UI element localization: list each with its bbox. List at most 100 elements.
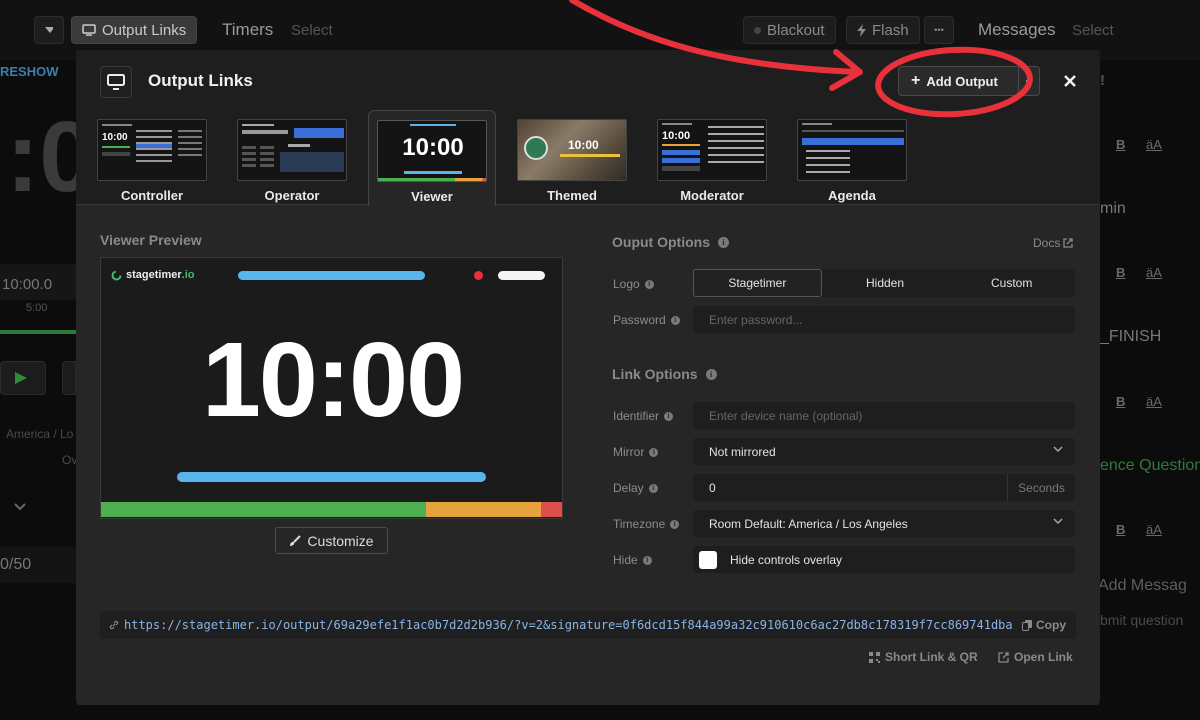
docs-link[interactable]: Docs bbox=[1033, 236, 1073, 250]
tab-viewer[interactable]: 10:00 Viewer bbox=[368, 110, 496, 206]
tab-label: Agenda bbox=[828, 188, 876, 203]
tab-controller[interactable]: 10:00 Controller bbox=[88, 110, 216, 206]
tab-themed[interactable]: 10:00 Themed bbox=[508, 110, 636, 206]
timezone-label: Timezone i bbox=[613, 517, 680, 531]
tab-label: Operator bbox=[264, 188, 320, 203]
bg-timezone: America / Lo bbox=[6, 427, 74, 441]
open-link-button[interactable]: Open Link bbox=[998, 650, 1073, 664]
timers-select-link[interactable]: Select bbox=[291, 22, 333, 39]
bg-progress bbox=[0, 330, 76, 334]
info-icon[interactable]: i bbox=[648, 483, 658, 493]
add-output-button[interactable]: + Add Output bbox=[898, 66, 1040, 96]
caret-icon bbox=[1026, 80, 1032, 82]
close-button[interactable] bbox=[1059, 70, 1081, 92]
bold-button[interactable]: B bbox=[1116, 265, 1125, 280]
info-icon[interactable]: i bbox=[649, 447, 659, 457]
controller-thumbnail: 10:00 bbox=[97, 119, 207, 181]
tab-agenda[interactable]: Agenda bbox=[788, 110, 916, 206]
stagetimer-logo-icon bbox=[111, 270, 122, 280]
hide-label: Hide i bbox=[613, 553, 652, 567]
timezone-label-text: Timezone bbox=[613, 517, 666, 531]
output-url-field[interactable]: https://stagetimer.io/output/69a29efe1f1… bbox=[100, 611, 1076, 639]
logo-text: stagetimer bbox=[126, 269, 182, 281]
info-icon[interactable]: i bbox=[670, 519, 680, 529]
logo-option-hidden[interactable]: Hidden bbox=[822, 269, 949, 297]
bold-button[interactable]: B bbox=[1116, 522, 1125, 537]
bg-small-tick: 5:00 bbox=[26, 302, 48, 314]
password-label: Password i bbox=[613, 313, 680, 327]
more-options-button[interactable]: ••• bbox=[924, 16, 954, 44]
info-icon[interactable]: i bbox=[670, 315, 680, 325]
output-options-heading: Ouput Options i bbox=[612, 234, 729, 250]
plus-icon: + bbox=[911, 72, 921, 89]
add-output-caret-button[interactable] bbox=[1019, 80, 1039, 82]
output-options-title: Ouput Options bbox=[612, 234, 710, 250]
tab-moderator[interactable]: 10:00 Moderator bbox=[648, 110, 776, 206]
tab-label: Moderator bbox=[680, 188, 744, 203]
info-icon[interactable]: i bbox=[644, 279, 654, 289]
themed-thumbnail: 10:00 bbox=[517, 119, 627, 181]
blackout-button[interactable]: Blackout bbox=[743, 16, 836, 44]
delay-input[interactable]: 0 bbox=[693, 474, 1008, 501]
info-icon[interactable]: i bbox=[642, 555, 652, 565]
logo-suffix: .io bbox=[181, 269, 195, 281]
case-button[interactable]: äA bbox=[1146, 137, 1162, 152]
bold-button[interactable]: B bbox=[1116, 137, 1125, 152]
close-icon bbox=[1064, 75, 1076, 87]
messages-select-link[interactable]: Select bbox=[1072, 22, 1114, 39]
mirror-select[interactable]: Not mirrored bbox=[693, 438, 1075, 465]
modal-title: Output Links bbox=[148, 71, 253, 90]
open-link-label: Open Link bbox=[1014, 650, 1073, 664]
case-button[interactable]: äA bbox=[1146, 265, 1162, 280]
hide-controls-checkbox[interactable] bbox=[699, 550, 717, 569]
tab-label: Themed bbox=[547, 188, 597, 203]
external-link-icon bbox=[998, 651, 1009, 663]
viewer-thumbnail: 10:00 bbox=[377, 120, 487, 182]
password-input[interactable]: Enter password... bbox=[693, 306, 1075, 333]
timezone-select[interactable]: Room Default: America / Los Angeles bbox=[693, 510, 1075, 537]
output-links-button[interactable]: Output Links bbox=[71, 16, 198, 44]
recording-dot bbox=[474, 271, 483, 280]
short-link-qr-button[interactable]: Short Link & QR bbox=[869, 650, 978, 664]
external-link-icon bbox=[1063, 238, 1073, 248]
monitor-icon bbox=[100, 66, 132, 98]
thumb-timer: 10:00 bbox=[102, 132, 128, 143]
info-icon[interactable]: i bbox=[705, 368, 717, 380]
caret-down-icon bbox=[45, 27, 53, 33]
bold-button[interactable]: B bbox=[1116, 394, 1125, 409]
bg-msg-1: ! bbox=[1100, 72, 1105, 89]
clock-pill bbox=[498, 271, 545, 280]
bg-play-button[interactable] bbox=[0, 361, 46, 395]
identifier-input[interactable]: Enter device name (optional) bbox=[693, 402, 1075, 429]
hide-controls-label: Hide controls overlay bbox=[730, 552, 843, 567]
customize-button[interactable]: Customize bbox=[275, 527, 388, 554]
bg-chevron-down-icon[interactable] bbox=[14, 503, 26, 511]
tab-operator[interactable]: Operator bbox=[228, 110, 356, 206]
bg-small-time: 10:00.0 bbox=[2, 276, 53, 293]
logo-option-custom[interactable]: Custom bbox=[948, 269, 1075, 297]
delay-unit: Seconds bbox=[1018, 480, 1065, 495]
logo-option-stagetimer[interactable]: Stagetimer bbox=[693, 269, 822, 297]
modal-header: Output Links + Add Output 10:00 Controlle… bbox=[76, 50, 1100, 206]
password-label-text: Password bbox=[613, 313, 666, 327]
docs-label: Docs bbox=[1033, 236, 1061, 250]
info-icon[interactable]: i bbox=[664, 411, 674, 421]
blackout-label: Blackout bbox=[767, 21, 825, 39]
case-button[interactable]: äA bbox=[1146, 394, 1162, 409]
hide-controls-row: Hide controls overlay bbox=[693, 546, 1075, 573]
dropdown-toggle-button[interactable] bbox=[34, 16, 64, 44]
flash-button[interactable]: Flash bbox=[846, 16, 920, 44]
case-button[interactable]: äA bbox=[1146, 522, 1162, 537]
more-icon: ••• bbox=[934, 25, 944, 35]
timezone-value: Room Default: America / Los Angeles bbox=[709, 516, 908, 531]
bg-add-message[interactable]: Add Messag bbox=[1098, 577, 1187, 595]
bg-counter: 0/50 bbox=[0, 556, 32, 573]
copy-button[interactable]: Copy bbox=[1014, 611, 1076, 639]
bg-next-button[interactable] bbox=[62, 361, 76, 395]
bg-msg-4: ence Question bbox=[1100, 457, 1200, 474]
messages-heading: Messages bbox=[978, 20, 1056, 39]
info-icon[interactable]: i bbox=[717, 236, 729, 248]
link-options-heading: Link Options i bbox=[612, 366, 717, 382]
bg-submit-q: bmit question bbox=[1100, 612, 1184, 628]
color-bar-segment bbox=[101, 502, 426, 517]
